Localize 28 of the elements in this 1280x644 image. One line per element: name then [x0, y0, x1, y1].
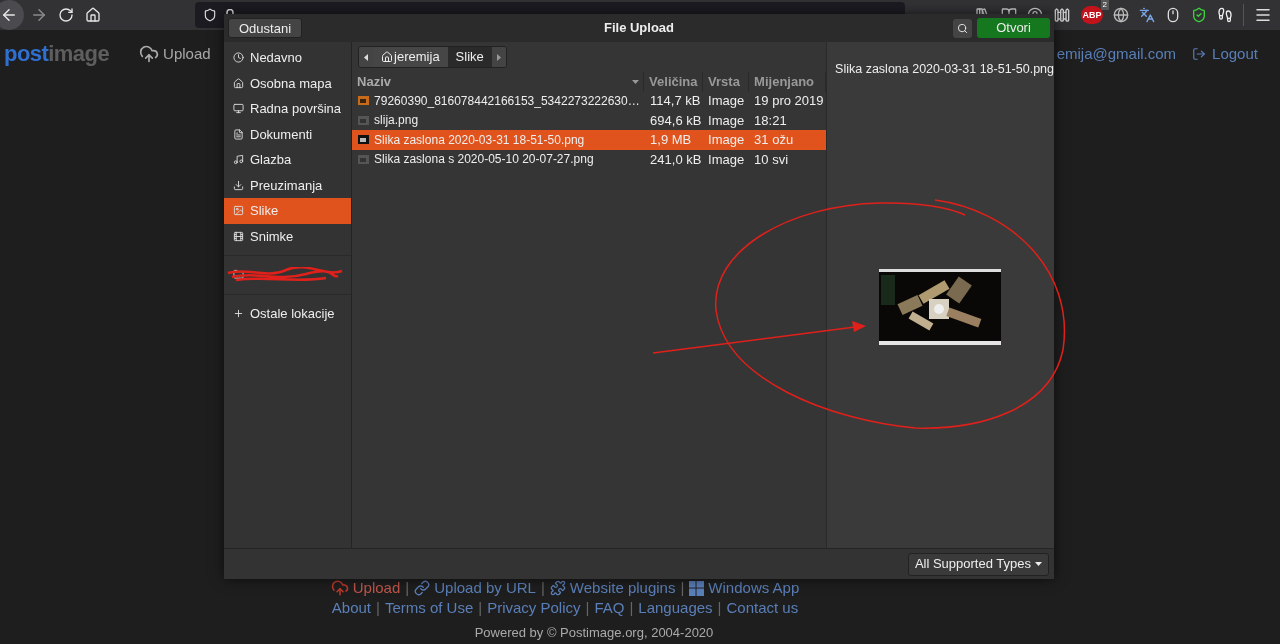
- separator-text: |: [405, 579, 410, 597]
- copyright-text: Powered by © Postimage.org, 2004-2020: [474, 625, 714, 640]
- separator-text: |: [376, 599, 380, 617]
- file-modified: 10 svi: [753, 150, 790, 169]
- file-size: 241,0 kB: [649, 150, 703, 169]
- file-modified: 18:21: [753, 111, 788, 130]
- separator-text: |: [540, 579, 545, 597]
- file-type: Image: [707, 92, 746, 110]
- dialog-title: File Upload: [603, 19, 675, 38]
- separator-text: |: [680, 579, 685, 597]
- separator-text: |: [717, 599, 722, 617]
- separator-text: |: [585, 599, 590, 617]
- file-name: 79260390_816078442166153_5342273222630…: [374, 92, 640, 110]
- file-type: Image: [707, 131, 746, 149]
- file-modified: 31 ožu: [753, 131, 795, 149]
- file-modified: 19 pro 2019: [753, 92, 825, 110]
- file-size: 1,9 MB: [649, 131, 693, 149]
- preview-filename: Slika zaslona 2020-03-31 18-51-50.png: [835, 61, 1054, 78]
- separator-text: |: [478, 599, 483, 617]
- file-size: 114,7 kB: [649, 92, 702, 110]
- separator-text: |: [629, 599, 634, 617]
- file-type: Image: [707, 111, 746, 130]
- file-name: Slika zaslona 2020-03-31 18-51-50.png: [374, 131, 585, 149]
- file-name: Slika zaslona s 2020-05-10 20-07-27.png: [374, 151, 594, 169]
- notification-badge: 2: [1100, 0, 1109, 10]
- file-name: slija.png: [374, 112, 419, 130]
- file-size: 694,6 kB: [649, 111, 703, 130]
- file-type: Image: [707, 150, 746, 169]
